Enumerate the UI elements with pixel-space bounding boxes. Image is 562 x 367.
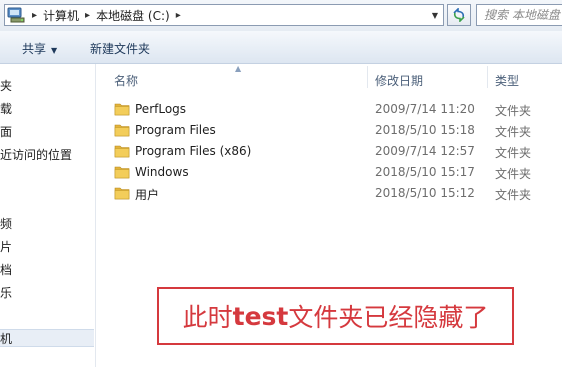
navigation-pane[interactable]: 夹 载 面 近访问的位置 频 片 档 乐 机 — [0, 64, 96, 367]
share-button[interactable]: 共享 ▼ — [22, 40, 57, 57]
chevron-right-icon[interactable]: ▸ — [171, 10, 186, 21]
share-label: 共享 — [22, 42, 47, 56]
chevron-right-icon[interactable]: ▸ — [80, 10, 95, 21]
nav-item-pictures[interactable]: 片 — [0, 238, 12, 256]
nav-item-favorites[interactable]: 夹 — [0, 77, 12, 95]
file-type: 文件夹 — [495, 146, 532, 160]
folder-icon — [114, 166, 130, 179]
address-dropdown-icon[interactable]: ▼ — [427, 5, 443, 25]
file-date: 2018/5/10 15:18 — [375, 123, 475, 137]
address-row: ▸ 计算机 ▸ 本地磁盘 (C:) ▸ ▼ 搜索 本地磁盘 (C:) — [0, 0, 562, 31]
file-type: 文件夹 — [495, 167, 532, 181]
file-date: 2018/5/10 15:12 — [375, 186, 475, 200]
refresh-icon — [453, 8, 465, 22]
file-type: 文件夹 — [495, 104, 532, 118]
nav-item-music[interactable]: 乐 — [0, 284, 12, 302]
new-folder-button[interactable]: 新建文件夹 — [90, 40, 150, 57]
nav-item-computer[interactable]: 机 — [0, 329, 94, 347]
file-name: PerfLogs — [135, 102, 187, 116]
file-row[interactable]: Program Files (x86) 2009/7/14 12:57 文件夹 — [110, 141, 562, 162]
column-header-type[interactable]: 类型 — [495, 72, 519, 89]
nav-item-videos[interactable]: 频 — [0, 215, 12, 233]
file-name: Windows — [135, 165, 189, 179]
column-header-modified[interactable]: 修改日期 — [375, 72, 423, 89]
chevron-right-icon[interactable]: ▸ — [27, 10, 42, 21]
file-type: 文件夹 — [495, 188, 532, 202]
column-header-name[interactable]: 名称 — [114, 72, 138, 89]
folder-icon — [114, 103, 130, 116]
file-type: 文件夹 — [495, 125, 532, 139]
file-name: 用户 — [135, 188, 160, 202]
refresh-button[interactable] — [447, 4, 471, 26]
file-row[interactable]: Windows 2018/5/10 15:17 文件夹 — [110, 162, 562, 183]
nav-item-desktop[interactable]: 面 — [0, 123, 12, 141]
file-row[interactable]: PerfLogs 2009/7/14 11:20 文件夹 — [110, 99, 562, 120]
file-row[interactable]: Program Files 2018/5/10 15:18 文件夹 — [110, 120, 562, 141]
file-name: Program Files — [135, 123, 216, 137]
search-input[interactable]: 搜索 本地磁盘 (C:) — [476, 4, 562, 26]
nav-item-downloads[interactable]: 载 — [0, 100, 12, 118]
annotation-text-bold: test — [232, 301, 289, 331]
folder-icon — [114, 187, 130, 200]
nav-item-recent-places[interactable]: 近访问的位置 — [0, 146, 72, 164]
file-date: 2018/5/10 15:17 — [375, 165, 475, 179]
breadcrumb-computer[interactable]: 计算机 — [42, 7, 80, 24]
annotation-text-post: 文件夹已经隐藏了 — [288, 303, 489, 332]
dropdown-arrow-icon: ▼ — [51, 46, 58, 55]
file-name: Program Files (x86) — [135, 144, 252, 158]
column-headers: ▲ 名称 修改日期 类型 — [97, 64, 562, 90]
file-date: 2009/7/14 12:57 — [375, 144, 475, 158]
sort-ascending-icon: ▲ — [235, 64, 242, 73]
annotation-box: 此时 test 文件夹已经隐藏了 — [157, 287, 514, 345]
breadcrumb-local-disk[interactable]: 本地磁盘 (C:) — [95, 7, 171, 24]
computer-drive-icon — [5, 5, 27, 25]
address-bar[interactable]: ▸ 计算机 ▸ 本地磁盘 (C:) ▸ ▼ — [4, 4, 444, 26]
column-divider[interactable] — [367, 66, 368, 88]
column-divider[interactable] — [487, 66, 488, 88]
folder-icon — [114, 124, 130, 137]
file-row[interactable]: 用户 2018/5/10 15:12 文件夹 — [110, 183, 562, 204]
nav-item-documents[interactable]: 档 — [0, 261, 12, 279]
file-date: 2009/7/14 11:20 — [375, 102, 475, 116]
annotation-text-pre: 此时 — [182, 303, 233, 332]
command-bar: 共享 ▼ 新建文件夹 — [0, 31, 562, 64]
folder-icon — [114, 145, 130, 158]
